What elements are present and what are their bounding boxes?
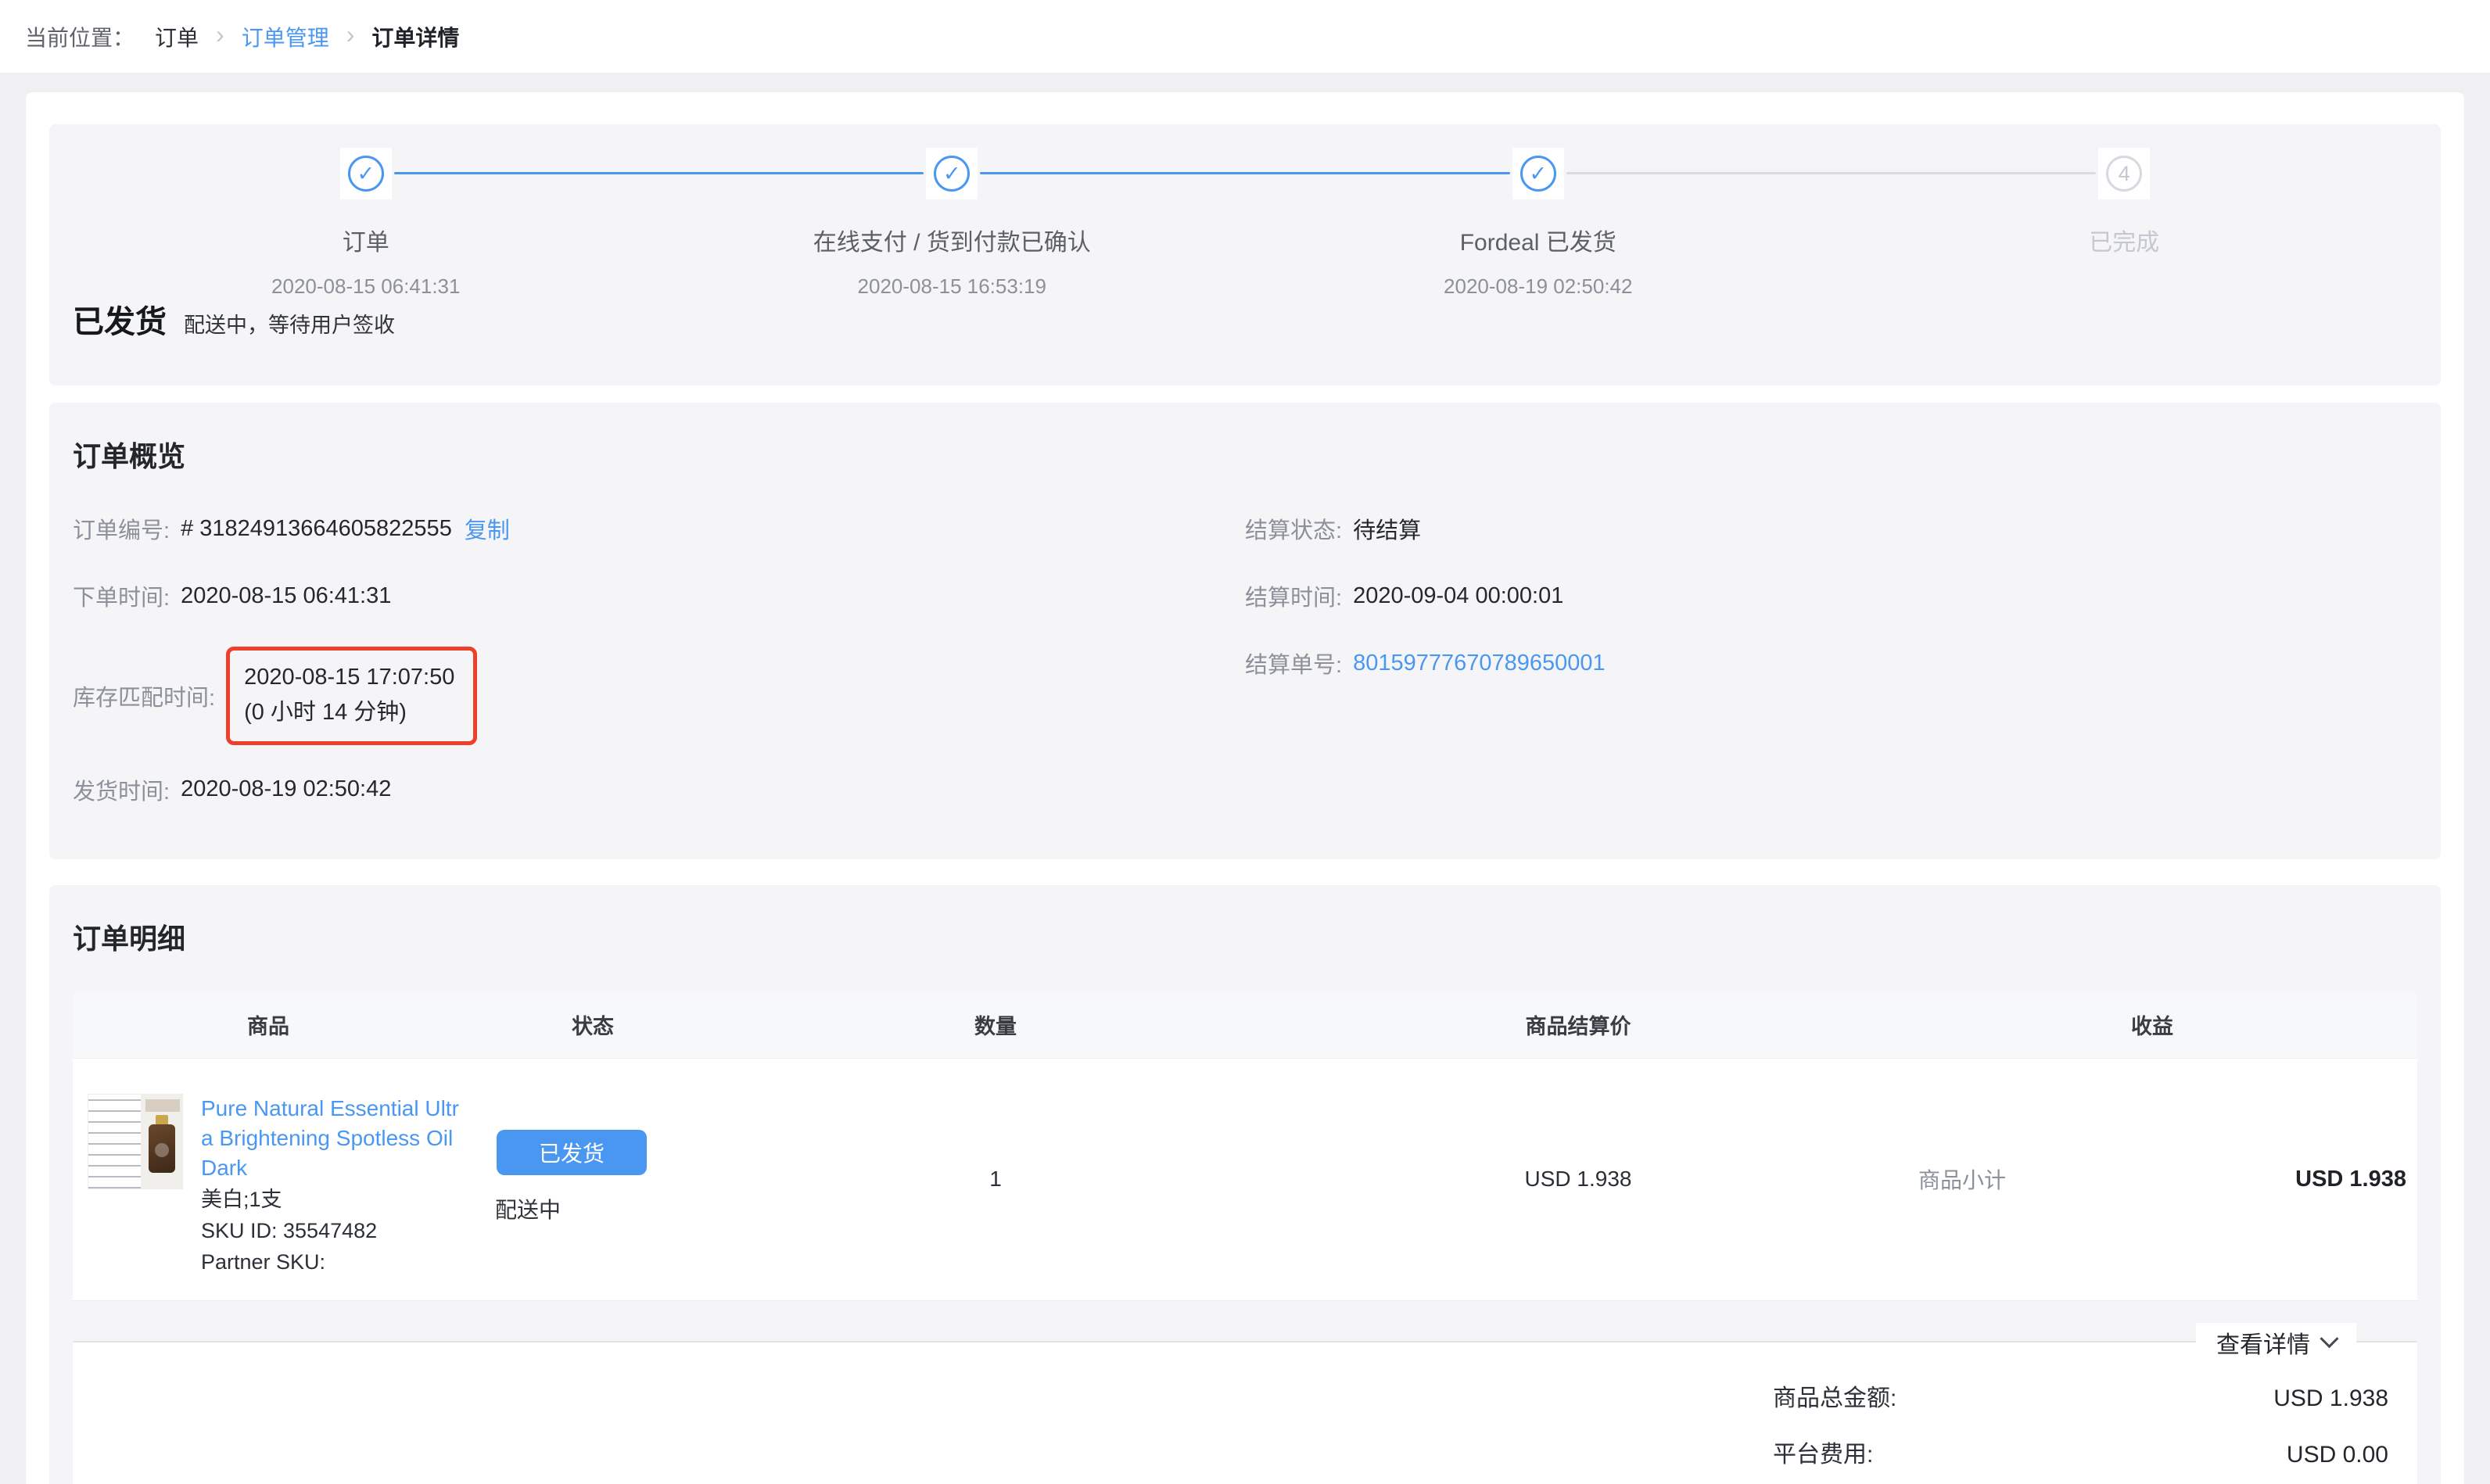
settle-status-label: 结算状态:	[1245, 512, 1342, 545]
stock-match-label: 库存匹配时间:	[73, 679, 215, 712]
overview-left-column: 订单编号: # 31824913664605822555 复制 下单时间: 20…	[73, 512, 1245, 841]
step-title: 在线支付 / 货到付款已确认	[813, 223, 1091, 257]
status-badge: 已发货	[497, 1130, 647, 1175]
product-partner-sku: Partner SKU:	[201, 1247, 464, 1277]
column-header-settle-price: 商品结算价	[1269, 1009, 1887, 1040]
column-header-quantity: 数量	[722, 1009, 1269, 1040]
check-circle-icon: ✓	[348, 156, 384, 192]
chevron-down-icon	[2320, 1330, 2338, 1349]
column-header-revenue: 收益	[1887, 1009, 2417, 1040]
quantity-cell: 1	[722, 1059, 1269, 1300]
table-header-row: 商品 状态 数量 商品结算价 收益	[73, 992, 2417, 1059]
platform-fee-label: 平台费用:	[1773, 1435, 1873, 1469]
step-shipped: ✓ Fordeal 已发货 2020-08-19 02:50:42	[1245, 148, 1832, 293]
detail-section-title: 订单明细	[73, 916, 2417, 957]
created-time-row: 下单时间: 2020-08-15 06:41:31	[73, 579, 1245, 612]
breadcrumb: 当前位置： 订单 › 订单管理 › 订单详情	[0, 0, 2490, 73]
product-variant: 美白;1支	[201, 1185, 464, 1214]
view-details-label: 查看详情	[2216, 1325, 2310, 1360]
step-title: 订单	[343, 223, 389, 257]
breadcrumb-item-orders[interactable]: 订单	[155, 21, 199, 52]
stock-match-row: 库存匹配时间: 2020-08-15 17:07:50 (0 小时 14 分钟)	[73, 647, 1245, 745]
settle-time-row: 结算时间: 2020-09-04 00:00:01	[1245, 579, 2417, 612]
step-number-circle-icon: 4	[2106, 156, 2142, 192]
step-title: Fordeal 已发货	[1460, 223, 1616, 257]
step-time: 2020-08-15 06:41:31	[271, 274, 460, 299]
column-header-status: 状态	[464, 1009, 722, 1040]
ship-time-label: 发货时间:	[73, 773, 170, 806]
total-amount-label: 商品总金额:	[1773, 1378, 1896, 1413]
created-time-value: 2020-08-15 06:41:31	[181, 583, 391, 609]
order-status-title: 已发货	[73, 296, 167, 342]
step-title: 已完成	[2089, 223, 2159, 257]
delivery-sub-status: 配送中	[495, 1193, 722, 1224]
column-header-product: 商品	[73, 1009, 464, 1040]
total-amount-row: 商品总金额: USD 1.938	[1773, 1378, 2388, 1413]
ship-time-value: 2020-08-19 02:50:42	[181, 776, 391, 802]
breadcrumb-item-order-management[interactable]: 订单管理	[242, 21, 329, 52]
order-summary: 查看详情 商品总金额: USD 1.938 平台费用: USD 0.00 总收入…	[73, 1341, 2417, 1484]
step-time: 2020-08-15 16:53:19	[858, 274, 1046, 299]
order-status-subtitle: 配送中，等待用户签收	[184, 308, 395, 339]
product-sku-id: SKU ID: 35547482	[201, 1216, 464, 1246]
platform-fee-value: USD 0.00	[2287, 1442, 2388, 1468]
ship-time-row: 发货时间: 2020-08-19 02:50:42	[73, 773, 1245, 806]
table-row: Pure Natural Essential Ultra Brightening…	[73, 1059, 2417, 1301]
subtotal-label: 商品小计	[1918, 1163, 2006, 1195]
product-thumbnail[interactable]	[88, 1094, 183, 1189]
breadcrumb-location-label: 当前位置：	[25, 21, 135, 52]
status-cell: 已发货 配送中	[464, 1059, 722, 1300]
created-time-label: 下单时间:	[73, 579, 170, 612]
check-circle-icon: ✓	[934, 156, 970, 192]
order-number-value: # 31824913664605822555	[181, 516, 452, 542]
chevron-right-icon: ›	[216, 20, 224, 49]
order-detail-card: ✓ 订单 2020-08-15 06:41:31 ✓ 在线支付 / 货到付款已确…	[26, 92, 2464, 1484]
product-cell: Pure Natural Essential Ultra Brightening…	[73, 1059, 464, 1300]
progress-steps: ✓ 订单 2020-08-15 06:41:31 ✓ 在线支付 / 货到付款已确…	[73, 124, 2417, 293]
settle-number-link[interactable]: 80159777670789650001	[1353, 651, 1606, 676]
settle-number-row: 结算单号: 80159777670789650001	[1245, 647, 2417, 679]
chevron-right-icon: ›	[346, 20, 355, 49]
revenue-value: USD 1.938	[2295, 1167, 2406, 1192]
order-items-table: 商品 状态 数量 商品结算价 收益	[73, 992, 2417, 1301]
breadcrumb-item-order-detail: 订单详情	[371, 21, 459, 52]
stock-match-time: 2020-08-15 17:07:50	[244, 665, 454, 690]
view-details-button[interactable]: 查看详情	[2196, 1323, 2356, 1362]
order-overview-panel: 订单概览 订单编号: # 31824913664605822555 复制 下单时…	[49, 403, 2441, 859]
check-circle-icon: ✓	[1520, 156, 1556, 192]
order-status-line: 已发货 配送中，等待用户签收	[73, 296, 2417, 342]
totals-block: 商品总金额: USD 1.938 平台费用: USD 0.00 总收入: USD…	[1773, 1378, 2406, 1484]
step-completed: 4 已完成	[1832, 148, 2418, 293]
stock-match-duration: (0 小时 14 分钟)	[244, 700, 407, 725]
settle-price-cell: USD 1.938	[1269, 1059, 1887, 1300]
settle-time-label: 结算时间:	[1245, 579, 1342, 612]
step-payment-confirmed: ✓ 在线支付 / 货到付款已确认 2020-08-15 16:53:19	[659, 148, 1246, 293]
product-name-link[interactable]: Pure Natural Essential Ultra Brightening…	[201, 1094, 464, 1183]
order-number-label: 订单编号:	[73, 512, 170, 545]
platform-fee-row: 平台费用: USD 0.00	[1773, 1435, 2388, 1469]
total-amount-value: USD 1.938	[2273, 1385, 2388, 1412]
order-detail-panel: 订单明细 商品 状态 数量 商品结算价 收益	[49, 885, 2441, 1484]
order-progress-panel: ✓ 订单 2020-08-15 06:41:31 ✓ 在线支付 / 货到付款已确…	[49, 124, 2441, 385]
overview-right-column: 结算状态: 待结算 结算时间: 2020-09-04 00:00:01 结算单号…	[1245, 512, 2417, 841]
settle-time-value: 2020-09-04 00:00:01	[1353, 583, 1563, 609]
settle-number-label: 结算单号:	[1245, 647, 1342, 679]
overview-grid: 订单编号: # 31824913664605822555 复制 下单时间: 20…	[73, 512, 2417, 841]
settle-status-value: 待结算	[1353, 512, 1421, 545]
overview-section-title: 订单概览	[73, 434, 2417, 475]
stock-match-highlight-box: 2020-08-15 17:07:50 (0 小时 14 分钟)	[226, 647, 477, 745]
page-body: ✓ 订单 2020-08-15 06:41:31 ✓ 在线支付 / 货到付款已确…	[0, 73, 2490, 1484]
order-number-row: 订单编号: # 31824913664605822555 复制	[73, 512, 1245, 545]
step-order-created: ✓ 订单 2020-08-15 06:41:31	[73, 148, 659, 293]
revenue-cell: 商品小计 USD 1.938	[1887, 1059, 2417, 1300]
settle-status-row: 结算状态: 待结算	[1245, 512, 2417, 545]
bottle-image	[141, 1095, 182, 1188]
step-time: 2020-08-19 02:50:42	[1444, 274, 1632, 299]
copy-order-number-link[interactable]: 复制	[465, 512, 510, 545]
